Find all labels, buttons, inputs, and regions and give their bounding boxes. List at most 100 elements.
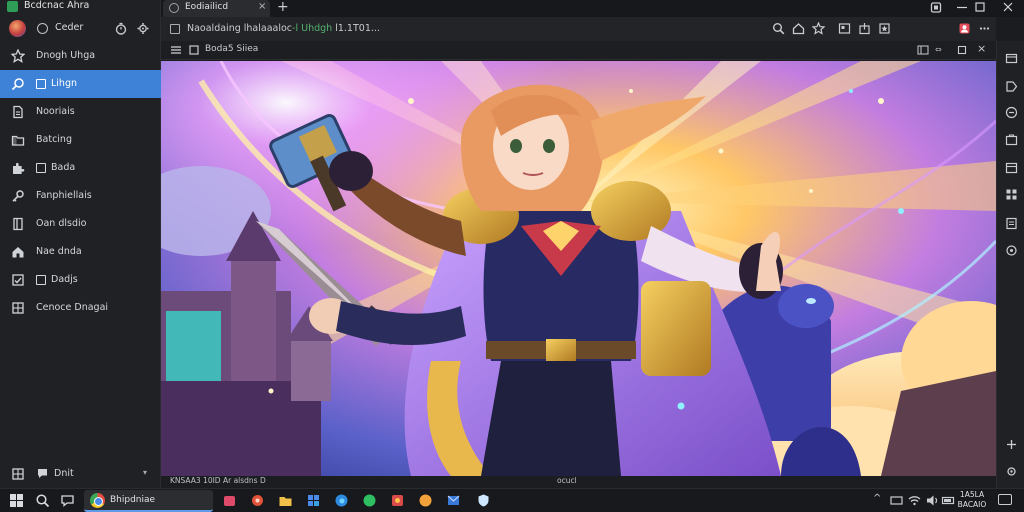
sidebar-item-9[interactable]: Cenoce Dnagai (0, 294, 161, 322)
search-icon[interactable] (35, 493, 50, 508)
sidebar-item-label: Lihgn (51, 78, 78, 89)
star-icon (11, 49, 25, 63)
tab-bar: Eodiailicd × + (161, 0, 1024, 17)
avatar[interactable] (9, 20, 26, 37)
notification-icon[interactable] (998, 494, 1012, 505)
mail-app-icon[interactable] (446, 493, 461, 508)
clock-time: 1A5LA (959, 490, 985, 499)
sidebar-toggle-icon[interactable] (917, 45, 929, 55)
new-tab-icon[interactable]: + (277, 0, 289, 15)
windows-start-icon[interactable] (9, 493, 24, 508)
favorites-icon[interactable] (878, 22, 891, 35)
account-label[interactable]: Ceder (55, 22, 83, 33)
zoom-icon[interactable]: ⇔ (935, 45, 942, 54)
item-box-icon (36, 163, 46, 173)
tag-icon[interactable] (1005, 80, 1018, 93)
home-icon (12, 247, 24, 258)
bookmark-star-icon[interactable] (812, 22, 825, 35)
tab-favicon-icon (169, 3, 179, 13)
taskbar: Bhipdniae ^ 1A5LA BACAIO (0, 488, 1024, 512)
taskbar-clock[interactable]: 1A5LA BACAIO (957, 490, 987, 510)
address-text[interactable]: Naoaldaing lhalaaaloc-l Uhdgh l1.1T01... (187, 23, 380, 34)
sidebar-item-label: Dnogh Uhga (36, 50, 96, 61)
taskbar-app-label: Bhipdniae (110, 495, 156, 505)
sidebar-item-8[interactable]: Dadjs (0, 266, 161, 294)
close-icon[interactable]: × (977, 42, 986, 55)
sidebar: Bcdcnac Ahra Ceder Dnogh Uhga Lihgn Noor… (0, 0, 161, 488)
item-box-icon (36, 79, 46, 89)
sidebar-item-label: Nooriais (36, 106, 75, 117)
wifi-icon[interactable] (907, 493, 922, 508)
gear-icon[interactable] (137, 22, 149, 35)
sidebar-item-7[interactable]: Nae dnda (0, 238, 161, 266)
taskbar-active-app[interactable]: Bhipdniae (84, 490, 213, 512)
briefcase-icon[interactable] (1005, 133, 1018, 146)
search-icon[interactable] (772, 22, 785, 35)
sidebar-item-2[interactable]: Nooriais (0, 98, 161, 126)
sidebar-item-0[interactable]: Dnogh Uhga (0, 42, 161, 70)
files-app-icon[interactable] (278, 493, 293, 508)
page-toolbar: Boda5 Siiea ⇔ × (161, 41, 996, 60)
media-app-icon[interactable] (250, 493, 265, 508)
address-bar[interactable]: Naoaldaing lhalaaaloc-l Uhdgh l1.1T01... (161, 17, 996, 41)
tabs-icon[interactable] (1005, 52, 1018, 65)
reading-view-icon[interactable] (838, 22, 851, 35)
sidebar-item-4[interactable]: Bada (0, 154, 161, 182)
search-icon (11, 78, 24, 91)
edge-app-icon[interactable] (334, 493, 349, 508)
security-app-icon[interactable] (476, 493, 491, 508)
sidebar-item-3[interactable]: Batcing (0, 126, 161, 154)
folder-icon (11, 135, 25, 146)
battery-icon[interactable] (941, 493, 956, 508)
photos-app-icon[interactable] (418, 493, 433, 508)
sidebar-item-label: Dadjs (51, 274, 78, 285)
more-options-icon[interactable] (978, 22, 991, 35)
calendar-icon[interactable] (1005, 161, 1018, 174)
spotify-app-icon[interactable] (362, 493, 377, 508)
home-icon[interactable] (792, 22, 805, 35)
browser-app-icon (90, 493, 105, 508)
puzzle-icon (13, 162, 25, 174)
network-icon[interactable] (889, 493, 904, 508)
notes-icon[interactable] (1005, 217, 1018, 230)
sidebar-nav: Dnogh Uhga Lihgn Nooriais Batcing Bada F… (0, 42, 161, 322)
extensions-icon[interactable] (925, 0, 947, 15)
add-icon[interactable] (1005, 438, 1018, 451)
sidebar-item-6[interactable]: Oan dlsdio (0, 210, 161, 238)
sidebar-item-1[interactable]: Lihgn (0, 70, 161, 98)
settings-icon[interactable] (1005, 465, 1018, 478)
grid-icon[interactable] (1005, 188, 1018, 201)
browser-tab[interactable]: Eodiailicd × (163, 0, 270, 17)
sidebar-item-label: Nae dnda (36, 246, 82, 257)
app-title: Bcdcnac Ahra (24, 0, 90, 11)
chevron-down-icon[interactable]: ▾ (143, 468, 147, 477)
restore-icon[interactable] (957, 45, 967, 55)
bookmark-icon (13, 217, 23, 231)
timer-icon[interactable] (115, 22, 127, 35)
store-app-icon[interactable] (222, 493, 237, 508)
document-icon (13, 105, 23, 119)
profile-icon[interactable] (958, 22, 971, 35)
sidebar-item-5[interactable]: Fanphiellais (0, 182, 161, 210)
image-caption: KNSAA3 10ID Ar alsdns D (170, 476, 266, 485)
share-icon[interactable] (858, 22, 871, 35)
chat-bubble-icon (38, 469, 47, 478)
sidebar-footer[interactable]: Dnit ▾ (0, 462, 161, 486)
chat-icon[interactable] (60, 493, 75, 508)
maximize-icon[interactable] (969, 0, 991, 15)
volume-icon[interactable] (925, 493, 940, 508)
chevron-up-icon[interactable]: ^ (873, 493, 881, 504)
page-info-icon[interactable] (170, 24, 180, 34)
image-caption-bar: KNSAA3 10ID Ar alsdns D ocucl (161, 476, 996, 488)
menu-icon[interactable] (170, 45, 182, 55)
key-icon (12, 190, 24, 202)
sidebar-item-label: Oan dlsdio (36, 218, 87, 229)
close-tab-icon[interactable]: × (258, 1, 266, 12)
sidebar-item-label: Cenoce Dnagai (36, 302, 109, 313)
tools-icon[interactable] (1005, 244, 1018, 257)
grid-app-icon[interactable] (306, 493, 321, 508)
copilot-icon[interactable] (1005, 106, 1018, 119)
right-sidebar (996, 41, 1024, 488)
close-window-icon[interactable] (997, 0, 1019, 15)
game-app-icon[interactable] (390, 493, 405, 508)
